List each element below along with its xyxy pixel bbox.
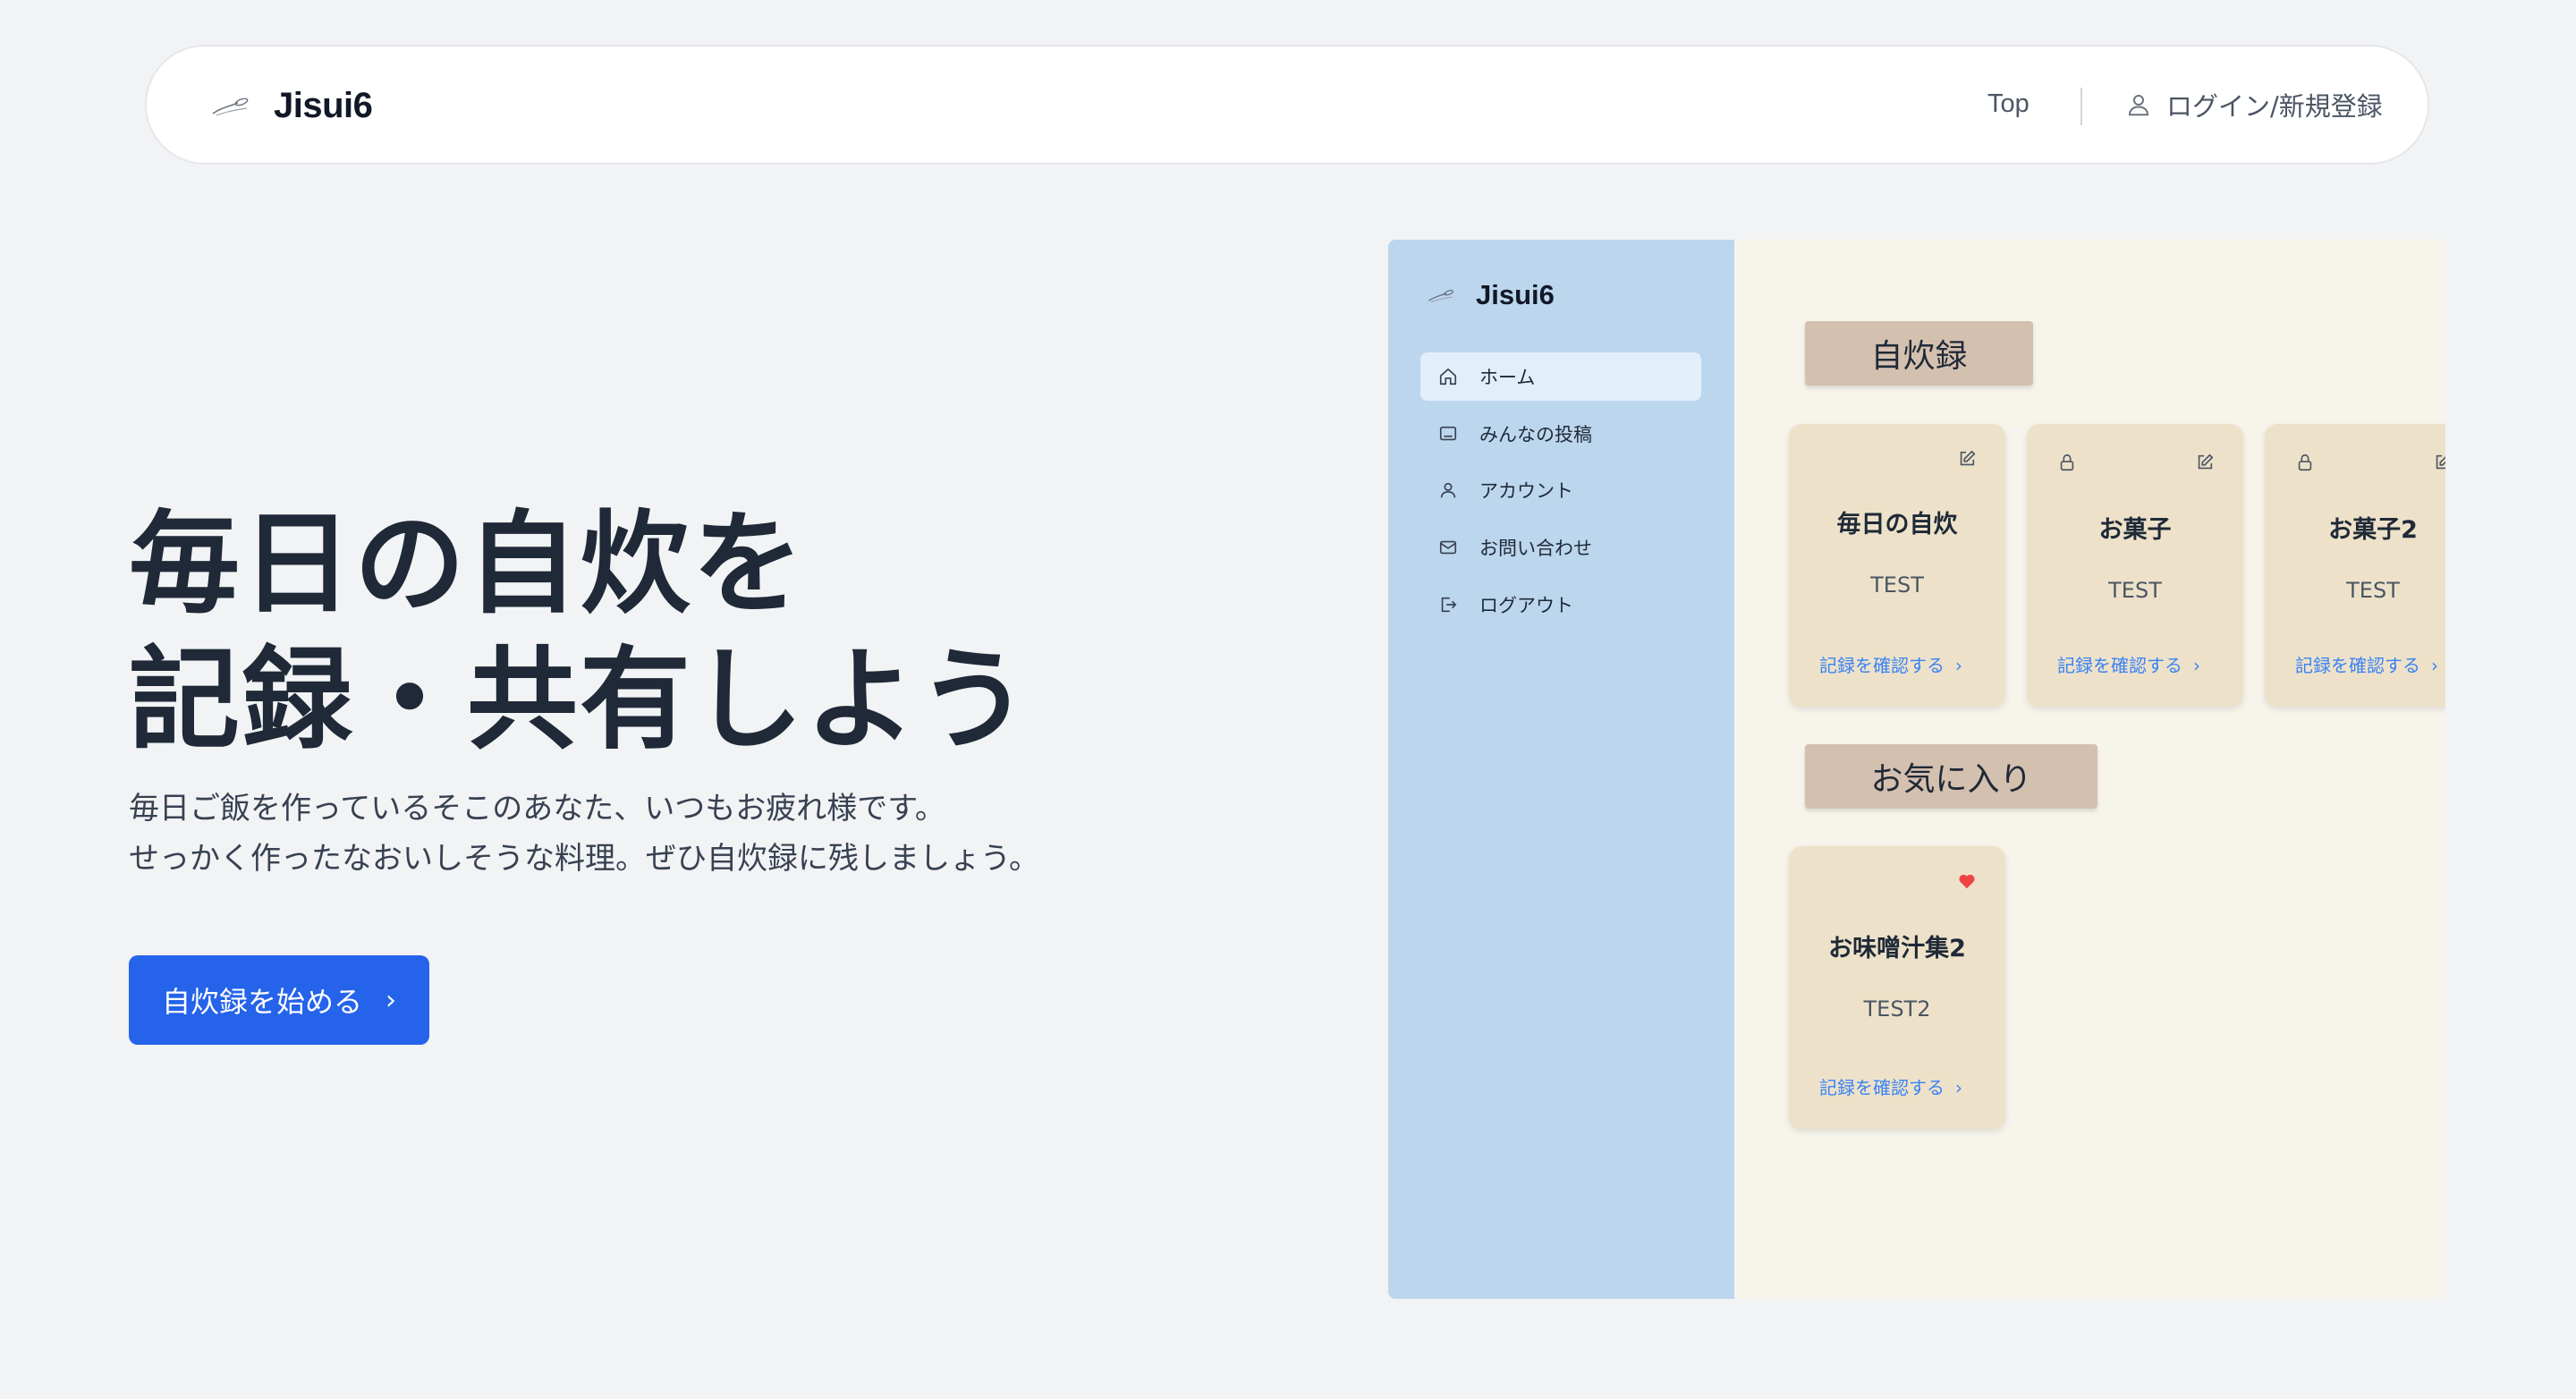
sidebar-item-home[interactable]: ホーム [1420, 352, 1701, 401]
favorite-card-desc: TEST2 [1863, 996, 1931, 1022]
logout-icon [1441, 597, 1457, 613]
start-record-button-label: 自炊録を始める [161, 985, 362, 1019]
hero-title-line-2: 記録・共有しよう [129, 636, 1031, 765]
nav-top-link[interactable]: Top [1987, 89, 2029, 119]
hero-title-line-1: 毎日の自炊を [129, 500, 806, 629]
record-card[interactable]: お菓子 TEST 記録を確認する › [2027, 424, 2243, 707]
sidebar-item-label: ログアウト [1479, 595, 1573, 616]
sidebar-item-everyone-posts[interactable]: みんなの投稿 [1420, 410, 1701, 458]
record-card[interactable]: 毎日の自炊 TEST 記録を確認する › [1789, 424, 2005, 707]
chevron-right-icon: › [1955, 1077, 1962, 1098]
view-record-link[interactable]: 記録を確認する › [2295, 651, 2438, 677]
edit-icon[interactable] [2433, 453, 2445, 472]
chevron-right-icon: › [386, 984, 396, 1016]
heart-icon[interactable] [1957, 871, 1977, 891]
chevron-right-icon: › [2431, 655, 2438, 676]
brand-name: Jisui6 [274, 85, 373, 125]
mail-icon [1439, 540, 1457, 555]
preview-brand-name: Jisui6 [1476, 279, 1555, 310]
record-card-desc: TEST [1870, 572, 1924, 598]
record-card[interactable]: お菓子2 TEST 記録を確認する › [2265, 424, 2445, 707]
image-icon [1439, 426, 1457, 441]
view-record-link-label: 記録を確認する [2295, 655, 2420, 676]
sidebar-item-label: みんなの投稿 [1479, 424, 1592, 445]
site-header: Jisui6 Top ログイン/新規登録 [145, 45, 2429, 165]
login-register-link[interactable]: ログイン/新規登録 [2125, 86, 2383, 123]
user-icon [2128, 95, 2149, 116]
nav-divider [2080, 88, 2082, 125]
preview-sidebar: Jisui6 ホーム みんなの投稿 アカウント お問い合わせ ログアウト [1388, 240, 1734, 1299]
lock-icon [2298, 454, 2312, 471]
record-card-title: お菓子2 [2328, 516, 2418, 544]
view-record-link[interactable]: 記録を確認する › [1819, 651, 1962, 677]
view-record-link[interactable]: 記録を確認する › [1819, 1073, 1962, 1099]
preview-brand: Jisui6 [1428, 279, 1555, 311]
user-icon [1440, 482, 1456, 498]
record-card-desc: TEST [2108, 578, 2162, 603]
sidebar-item-label: お問い合わせ [1479, 538, 1592, 559]
edit-icon[interactable] [2195, 453, 2215, 472]
sidebar-item-label: アカウント [1479, 480, 1573, 502]
app-preview: Jisui6 ホーム みんなの投稿 アカウント お問い合わせ ログアウト 自炊録… [1388, 240, 2445, 1299]
view-record-link-label: 記録を確認する [1819, 1077, 1945, 1098]
favorite-card[interactable]: お味噌汁集2 TEST2 記録を確認する › [1789, 846, 2005, 1129]
hero-description-line-2: せっかく作ったなおいしそうな料理。ぜひ自炊録に残しましょう。 [129, 841, 1039, 877]
record-card-title: お菓子 [2098, 516, 2172, 544]
sidebar-item-label: ホーム [1479, 367, 1536, 388]
brand-logo-link[interactable]: Jisui6 [211, 81, 373, 131]
edit-icon[interactable] [1957, 449, 1977, 469]
sidebar-item-logout[interactable]: ログアウト [1420, 581, 1701, 629]
view-record-link-label: 記録を確認する [1819, 655, 1945, 676]
start-record-button[interactable]: 自炊録を始める › [129, 955, 429, 1045]
view-record-link-label: 記録を確認する [2057, 655, 2182, 676]
chevron-right-icon: › [1955, 655, 1962, 676]
record-card-desc: TEST [2346, 578, 2400, 603]
hero-title: 毎日の自炊を 記録・共有しよう [129, 496, 1202, 768]
hero-description-line-1: 毎日ご飯を作っているそこのあなた、いつもお疲れ様です。 [129, 791, 945, 827]
view-record-link[interactable]: 記録を確認する › [2057, 651, 2200, 677]
record-card-title: 毎日の自炊 [1836, 511, 1958, 538]
favorite-card-title: お味噌汁集2 [1828, 935, 1966, 962]
sidebar-item-account[interactable]: アカウント [1420, 466, 1701, 514]
sidebar-item-contact[interactable]: お問い合わせ [1420, 523, 1701, 572]
chevron-right-icon: › [2193, 655, 2200, 676]
login-register-label: ログイン/新規登録 [2166, 91, 2383, 122]
preview-main: 自炊録 毎日の自炊 TEST 記録を確認する › お菓子 TEST 記録を確認する… [1734, 240, 2445, 1299]
section-label-favorites: お気に入り [1805, 744, 2097, 809]
section-label-records: 自炊録 [1805, 321, 2033, 386]
hero-description: 毎日ご飯を作っているそこのあなた、いつもお疲れ様です。 せっかく作ったなおいしそ… [129, 784, 1292, 884]
spoon-fork-icon [212, 98, 249, 116]
lock-icon [2060, 454, 2074, 471]
home-icon [1439, 368, 1457, 386]
spoon-fork-icon [1428, 290, 1453, 303]
